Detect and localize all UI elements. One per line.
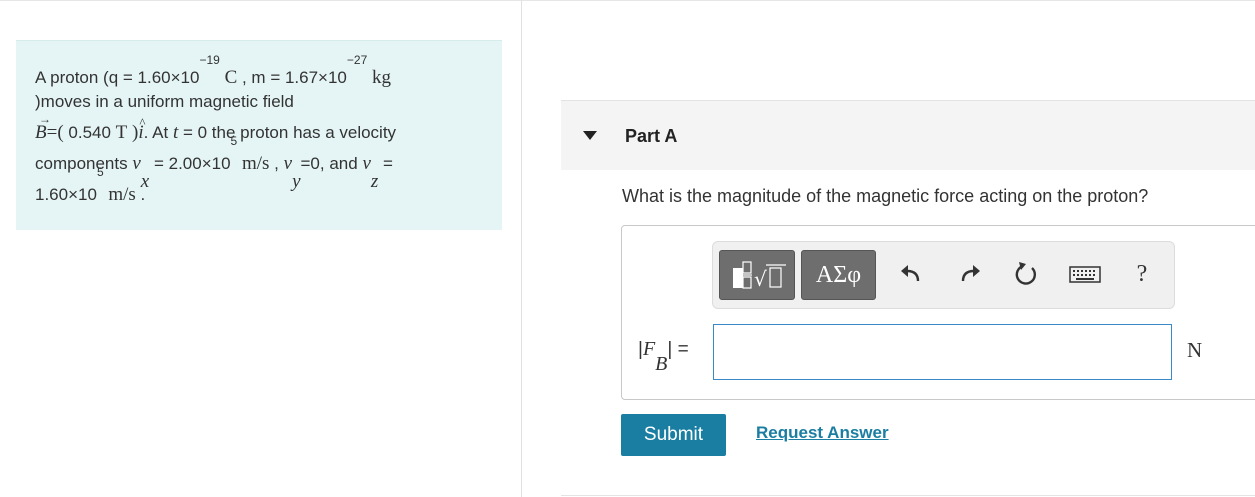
subscript-z: z [370,171,379,192]
answer-label: |FB| = [638,338,689,374]
variable-F: F [642,338,656,360]
caret-down-icon[interactable] [583,131,597,140]
problem-statement: A proton (q = 1.60×10−19 C , m = 1.67×10… [16,40,502,230]
undo-icon[interactable] [897,259,927,289]
answer-unit: N [1187,338,1203,362]
svg-text:√: √ [754,267,767,291]
problem-line-3: B=( 0.540 T )i. At t = 0 the proton has … [35,104,483,148]
keyboard-icon[interactable] [1068,259,1102,289]
unit-m-per-s: m/s [241,153,270,174]
unit-kilogram: kg [371,67,391,88]
subscript-x: x [140,171,150,192]
templates-icon: √ [733,261,786,291]
variable-v: v [362,153,371,174]
column-divider [521,0,522,497]
equals-sign: | = [667,339,689,360]
variable-v: v [132,153,141,174]
exponent: −19 [199,53,220,67]
unit-m-per-s: m/s [108,184,136,205]
request-answer-link[interactable]: Request Answer [756,423,889,443]
templates-button[interactable]: √ [719,250,795,300]
problem-text: )moves in a uniform magnetic field [35,92,294,111]
problem-text: 1.60×10 [35,185,97,204]
problem-line-1: A proton (q = 1.60×10−19 C , m = 1.67×10… [35,54,483,91]
problem-line-2: )moves in a uniform magnetic field [35,91,483,113]
math-toolbar: √ ΑΣφ ? [712,241,1175,309]
submit-button[interactable]: Submit [621,414,726,456]
variable-t: t [172,122,179,143]
problem-text: . At [143,123,169,142]
exponent: 5 [230,134,238,148]
problem-text: = 0 the proton has a velocity [182,123,397,142]
problem-text: components [35,154,128,173]
question-text: What is the magnitude of the magnetic fo… [622,186,1149,206]
problem-line-5: 1.60×105 m/s . [35,166,483,210]
exponent: −27 [346,53,368,67]
top-rule [0,0,1255,1]
part-a-header[interactable]: Part A [561,100,1255,170]
field-value: 0.540 [68,123,111,142]
subscript-B: B [655,353,668,375]
unit-coulomb: C [224,67,238,88]
answer-input[interactable] [713,324,1172,380]
problem-text: , m = 1.67×10 [241,68,347,87]
unit-vector-i: i [138,107,146,148]
problem-text: = [383,154,393,173]
part-title: Part A [625,126,678,146]
vector-B: B [35,104,50,148]
redo-icon[interactable] [954,259,984,289]
variable-v: v [283,153,293,174]
unit-tesla: T [115,122,128,143]
help-button[interactable]: ? [1127,259,1157,289]
reset-icon[interactable] [1011,259,1041,289]
problem-text: = 2.00×10 [153,154,231,173]
exponent: 5 [96,165,104,179]
symbols-button[interactable]: ΑΣφ [801,250,876,300]
subscript-y: y [292,171,301,192]
problem-text: =0, and [300,154,358,173]
problem-text: A proton (q = 1.60×10 [35,68,200,87]
problem-text: , [274,154,279,173]
bottom-rule [561,495,1255,496]
